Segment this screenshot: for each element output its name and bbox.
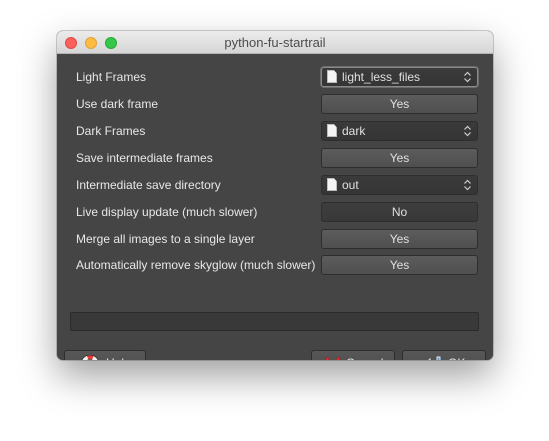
dark-frames-file-chooser[interactable]: dark: [321, 121, 478, 141]
help-button-label: Help: [106, 351, 131, 360]
row-save-intermediate-frames: Save intermediate frames Yes: [57, 147, 493, 169]
document-icon: [327, 70, 337, 83]
live-display-update-toggle[interactable]: No: [321, 202, 478, 222]
row-live-display-update: Live display update (much slower) No: [57, 201, 493, 223]
remove-skyglow-toggle[interactable]: Yes: [321, 255, 478, 275]
light-frames-file-chooser[interactable]: light_less_files: [321, 67, 478, 87]
dialog-content: Light Frames light_less_files Use dark f…: [57, 54, 493, 360]
light-frames-label: Light Frames: [76, 70, 147, 84]
cancel-button[interactable]: Cancel: [311, 350, 395, 360]
dark-frames-value: dark: [342, 124, 366, 138]
row-merge-all-images: Merge all images to a single layer Yes: [57, 228, 493, 250]
red-x-icon: [325, 356, 341, 360]
row-use-dark-frame: Use dark frame Yes: [57, 93, 493, 115]
row-dark-frames: Dark Frames dark: [57, 120, 493, 142]
intermediate-save-directory-label: Intermediate save directory: [76, 178, 221, 192]
document-icon: [327, 124, 337, 137]
dark-frames-label: Dark Frames: [76, 124, 146, 138]
row-remove-skyglow: Automatically remove skyglow (much slowe…: [57, 254, 493, 276]
enter-arrow-icon: [428, 356, 441, 360]
merge-all-images-toggle[interactable]: Yes: [321, 229, 478, 249]
title-bar[interactable]: python-fu-startrail: [57, 31, 493, 54]
remove-skyglow-label: Automatically remove skyglow (much slowe…: [76, 258, 316, 272]
save-intermediate-frames-toggle[interactable]: Yes: [321, 148, 478, 168]
progress-bar: [70, 312, 479, 331]
use-dark-frame-label: Use dark frame: [76, 97, 159, 111]
up-down-chevron-icon: [464, 179, 471, 191]
document-icon: [327, 178, 337, 191]
row-light-frames: Light Frames light_less_files: [57, 66, 493, 88]
use-dark-frame-toggle[interactable]: Yes: [321, 94, 478, 114]
up-down-chevron-icon: [464, 125, 471, 137]
up-down-chevron-icon: [464, 71, 471, 83]
help-button[interactable]: Help: [64, 350, 146, 360]
ok-button-label: OK: [448, 351, 465, 360]
lifebuoy-icon: [81, 355, 99, 360]
merge-all-images-label: Merge all images to a single layer: [76, 232, 255, 246]
light-frames-value: light_less_files: [342, 70, 421, 84]
intermediate-save-directory-chooser[interactable]: out: [321, 175, 478, 195]
cancel-button-label: Cancel: [346, 351, 383, 360]
window-title: python-fu-startrail: [224, 35, 326, 50]
save-intermediate-frames-label: Save intermediate frames: [76, 151, 213, 165]
intermediate-save-directory-value: out: [342, 178, 359, 192]
live-display-update-label: Live display update (much slower): [76, 205, 258, 219]
dialog-window: python-fu-startrail Light Frames light_l…: [57, 31, 493, 360]
row-intermediate-save-directory: Intermediate save directory out: [57, 174, 493, 196]
ok-button[interactable]: OK: [402, 350, 486, 360]
